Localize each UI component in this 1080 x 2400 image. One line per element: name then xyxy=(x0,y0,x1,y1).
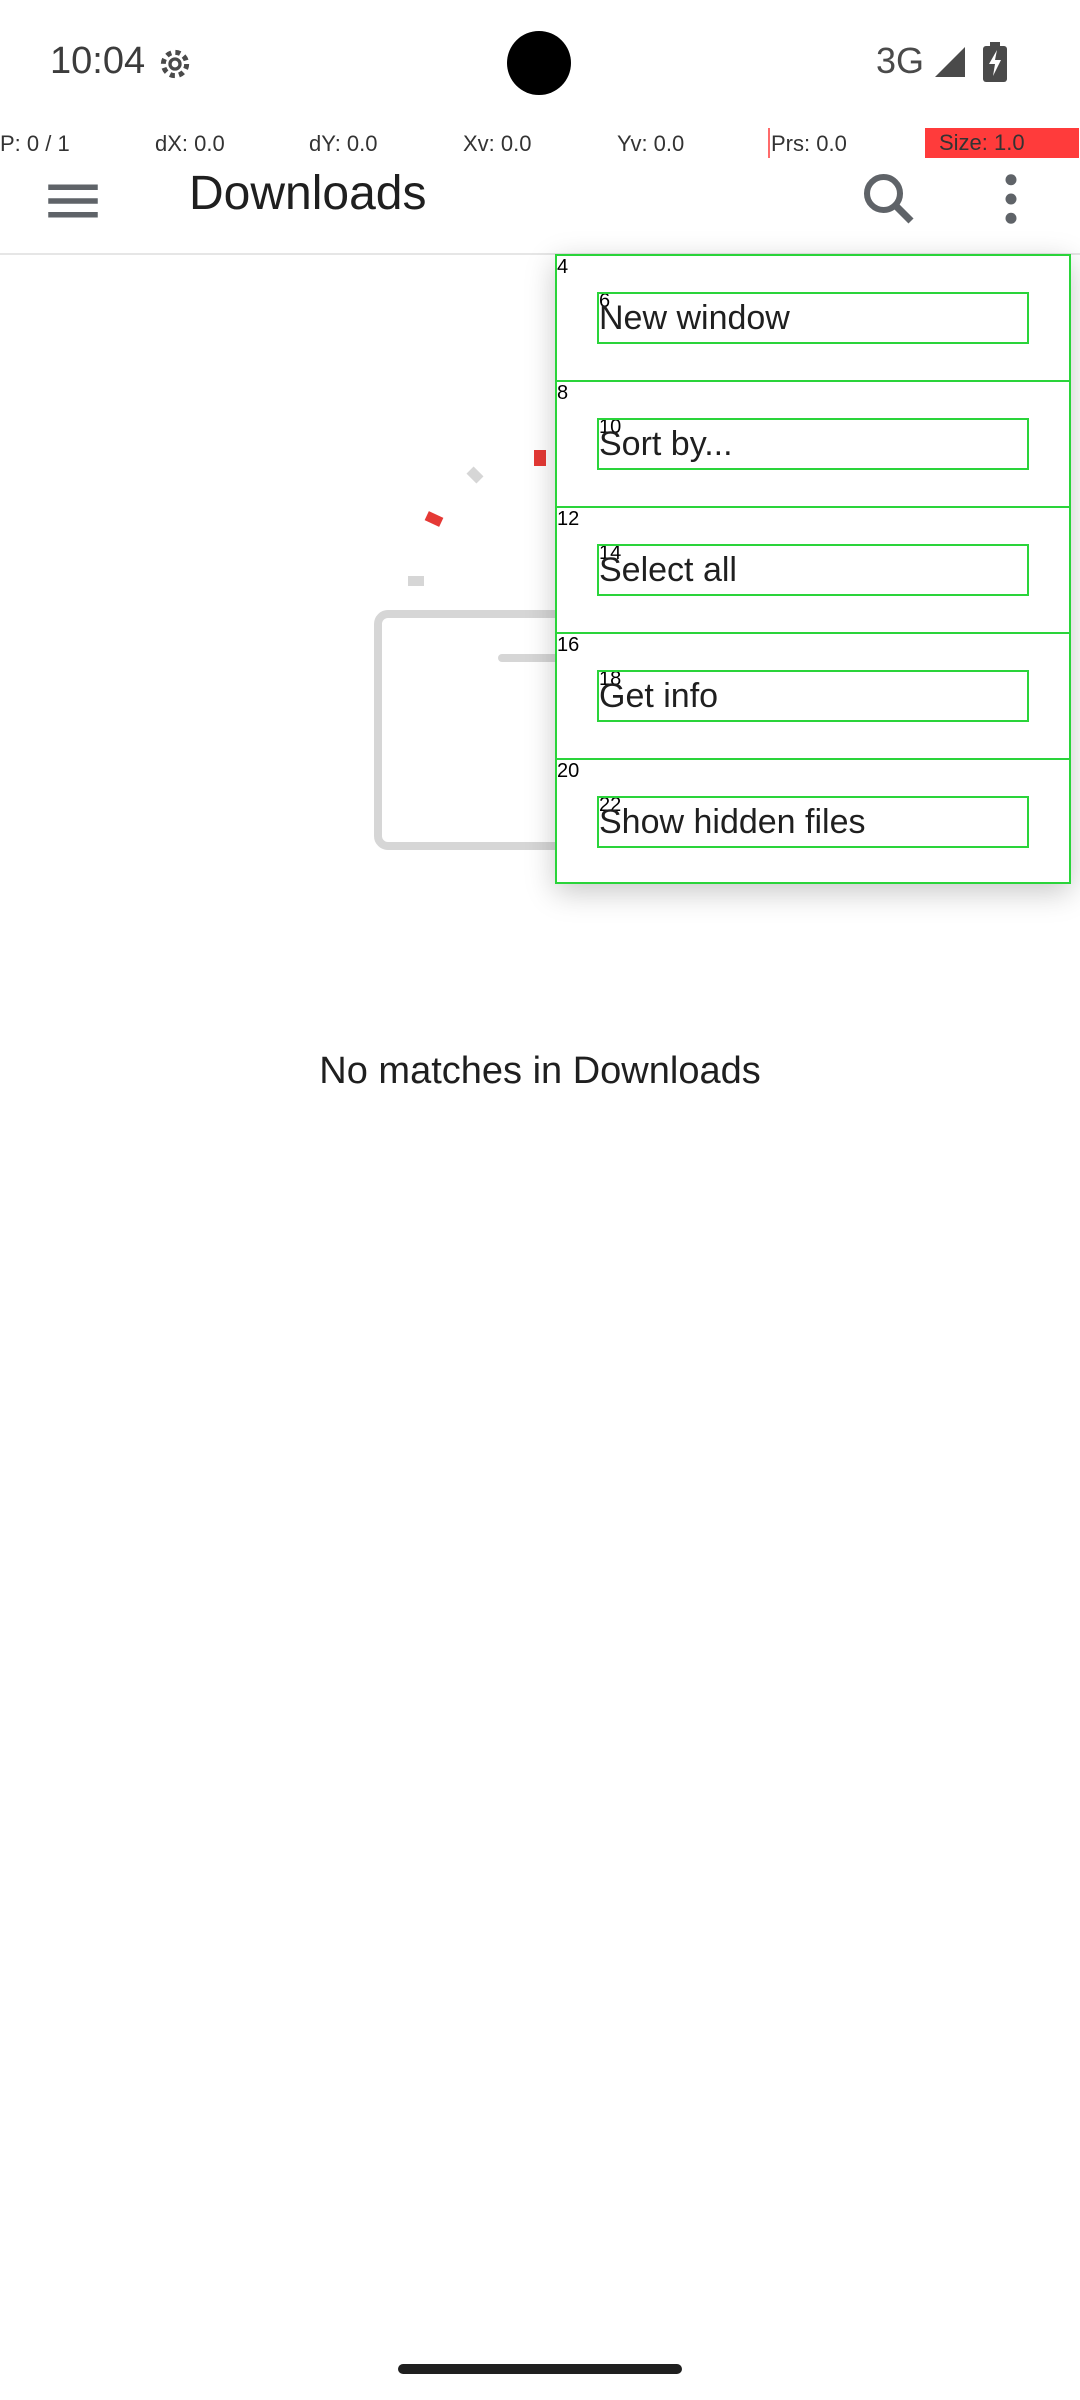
overlay-index: 12 xyxy=(557,508,580,530)
pointer-dx: dX: 0.0 xyxy=(155,131,225,156)
empty-state-message: No matches in Downloads xyxy=(319,1050,761,1092)
page-title: Downloads xyxy=(189,167,427,220)
overlay-index: 8 xyxy=(557,382,569,404)
overlay-index: 16 xyxy=(557,634,580,656)
pointer-divider xyxy=(768,128,770,158)
menu-item-get-info[interactable]: 16 18 Get info xyxy=(557,634,1069,760)
hamburger-icon[interactable] xyxy=(40,168,106,234)
more-vert-icon[interactable] xyxy=(978,166,1044,232)
menu-item-select-all[interactable]: 12 14 Select all xyxy=(557,508,1069,634)
status-bar: 10:04 3G xyxy=(0,0,1080,128)
pointer-xv: Xv: 0.0 xyxy=(463,131,532,156)
menu-item-new-window[interactable]: 4 6 New window xyxy=(557,256,1069,382)
menu-item-show-hidden-files[interactable]: 20 22 Show hidden files xyxy=(557,760,1069,886)
gesture-nav-handle[interactable] xyxy=(398,2364,682,2374)
overflow-menu: 4 6 New window 8 10 Sort by... 12 14 Sel… xyxy=(555,254,1071,884)
overlay-index: 20 xyxy=(557,760,580,782)
menu-item-label[interactable]: New window xyxy=(597,292,1029,344)
pointer-size: Size: 1.0 xyxy=(925,128,1079,158)
menu-item-label[interactable]: Sort by... xyxy=(597,418,1029,470)
menu-item-label[interactable]: Select all xyxy=(597,544,1029,596)
pointer-location-overlay: P: 0 / 1 dX: 0.0 dY: 0.0 Xv: 0.0 Yv: 0.0… xyxy=(0,128,1080,158)
menu-item-sort-by[interactable]: 8 10 Sort by... xyxy=(557,382,1069,508)
search-icon[interactable] xyxy=(856,166,922,232)
menu-item-label[interactable]: Show hidden files xyxy=(597,796,1029,848)
pointer-dy: dY: 0.0 xyxy=(309,131,378,156)
menu-item-label[interactable]: Get info xyxy=(597,670,1029,722)
network-type: 3G xyxy=(876,40,925,81)
pointer-prs: Prs: 0.0 xyxy=(771,131,847,156)
overlay-index: 4 xyxy=(557,256,569,278)
camera-cutout xyxy=(507,31,571,95)
pointer-yv: Yv: 0.0 xyxy=(617,131,685,156)
signal-icon xyxy=(935,47,965,77)
gear-icon xyxy=(160,49,190,79)
status-time: 10:04 xyxy=(50,40,146,82)
pointer-count: P: 0 / 1 xyxy=(0,131,70,156)
battery-icon xyxy=(983,42,1007,82)
